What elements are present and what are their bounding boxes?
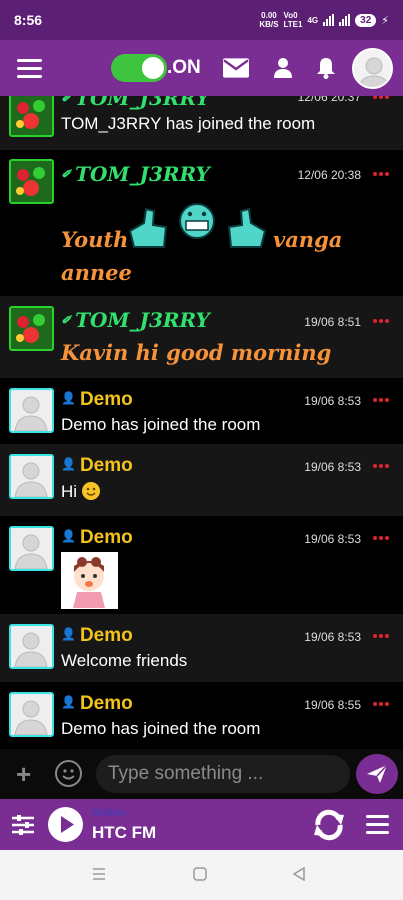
station-status: Online — [92, 807, 127, 819]
menu-icon[interactable] — [17, 59, 42, 78]
message-time: 19/06 8:53 — [304, 460, 361, 474]
message-row: 👤 Demo 19/06 8:53 — [0, 516, 403, 614]
message-text: Youth — [61, 227, 129, 252]
message-input[interactable] — [96, 755, 350, 793]
message-text: Demo has joined the room — [61, 719, 261, 738]
message-text: Hi — [61, 482, 100, 502]
station-name: HTC FM — [92, 823, 157, 842]
back-icon[interactable] — [292, 866, 306, 886]
signal-icon — [323, 14, 335, 26]
user-avatar[interactable] — [9, 624, 54, 669]
user-avatar[interactable] — [9, 96, 54, 137]
refresh-icon[interactable] — [311, 808, 347, 842]
network-type: 4G — [307, 15, 319, 25]
status-bar: 8:56 0.00 KB/S Vo0 LTE1 4G 32 ⚡ — [0, 0, 403, 40]
message-row: ✐ TOM_J3RRY 12/06 20:38 Youth vanga annee — [0, 150, 403, 296]
message-options-icon[interactable] — [373, 172, 389, 176]
message-username[interactable]: 👤 Demo — [61, 389, 133, 411]
network-speed: 0.00 KB/S — [259, 11, 279, 29]
message-username[interactable]: 👤 Demo — [61, 625, 133, 647]
message-options-icon[interactable] — [373, 464, 389, 468]
home-icon[interactable] — [193, 867, 207, 886]
user-avatar[interactable] — [9, 306, 54, 351]
message-time: 12/06 20:37 — [297, 96, 361, 104]
message-username[interactable]: 👤 Demo — [61, 527, 133, 549]
signal-icon-2 — [339, 14, 351, 26]
message-options-icon[interactable] — [373, 702, 389, 706]
message-text-cont: vanga — [273, 227, 343, 252]
battery-level: 32 — [355, 13, 377, 27]
message-text: Welcome friends — [61, 651, 188, 670]
status-time: 8:56 — [14, 12, 43, 28]
message-row: 👤 Demo 19/06 8:55 Demo has joined the roo… — [0, 682, 403, 749]
user-avatar[interactable] — [9, 388, 54, 433]
emoji-icon[interactable] — [55, 760, 82, 787]
message-username[interactable]: ✐ TOM_J3RRY — [61, 308, 210, 332]
chat-messages[interactable]: ✐ TOM_J3RRY 12/06 20:37 TOM_J3RRY has joi… — [0, 96, 403, 749]
composer-bar: + — [0, 749, 403, 799]
profile-avatar[interactable] — [352, 48, 393, 89]
user-avatar[interactable] — [9, 692, 54, 737]
message-time: 19/06 8:53 — [304, 394, 361, 408]
send-icon — [367, 764, 388, 783]
message-row: ✐ TOM_J3RRY 12/06 20:37 TOM_J3RRY has joi… — [0, 96, 403, 150]
message-row: ✐ TOM_J3RRY 19/06 8:51 Kavin hi good morn… — [0, 296, 403, 378]
message-time: 19/06 8:55 — [304, 698, 361, 712]
bell-icon[interactable] — [313, 56, 339, 80]
message-options-icon[interactable] — [373, 536, 389, 540]
send-button[interactable] — [356, 754, 398, 794]
charging-icon: ⚡ — [381, 14, 389, 27]
status-indicators: 0.00 KB/S Vo0 LTE1 4G 32 ⚡ — [259, 11, 389, 29]
app-header: .ON — [0, 40, 403, 96]
play-button[interactable] — [48, 807, 83, 842]
message-row: 👤 Demo 19/06 8:53 Welcome friends — [0, 614, 403, 682]
emoji-stickers — [126, 203, 269, 253]
message-text: TOM_J3RRY has joined the room — [61, 114, 316, 133]
message-options-icon[interactable] — [373, 634, 389, 638]
message-time: 19/06 8:53 — [304, 532, 361, 546]
message-text: Demo has joined the room — [61, 415, 261, 434]
message-options-icon[interactable] — [373, 398, 389, 402]
user-avatar[interactable] — [9, 159, 54, 204]
message-options-icon[interactable] — [373, 319, 389, 323]
plus-icon[interactable]: + — [16, 761, 31, 787]
system-nav-bar — [0, 850, 403, 900]
toggle-knob — [142, 57, 164, 79]
user-icon[interactable] — [270, 56, 296, 80]
mail-icon[interactable] — [223, 56, 249, 80]
user-avatar[interactable] — [9, 454, 54, 499]
user-avatar[interactable] — [9, 526, 54, 571]
radio-player: Online HTC FM — [0, 799, 403, 850]
message-options-icon[interactable] — [373, 96, 389, 99]
message-row: 👤 Demo 19/06 8:53 Hi — [0, 444, 403, 516]
player-menu-icon[interactable] — [366, 815, 389, 834]
message-username[interactable]: 👤 Demo — [61, 455, 133, 477]
message-time: 19/06 8:51 — [304, 315, 361, 329]
message-text-line2: annee — [61, 260, 132, 285]
message-username[interactable]: 👤 Demo — [61, 693, 133, 715]
message-time: 12/06 20:38 — [297, 168, 361, 182]
recent-apps-icon[interactable] — [92, 867, 106, 886]
equalizer-icon[interactable] — [12, 815, 34, 835]
message-username[interactable]: ✐ TOM_J3RRY — [61, 96, 210, 110]
volte-indicator: Vo0 LTE1 — [283, 11, 303, 29]
message-time: 19/06 8:53 — [304, 630, 361, 644]
message-username[interactable]: ✐ TOM_J3RRY — [61, 162, 210, 186]
toggle-label: .ON — [167, 57, 201, 78]
smile-emoji-icon — [81, 482, 100, 500]
online-toggle[interactable] — [111, 54, 167, 82]
message-text: Kavin hi good morning — [61, 340, 332, 365]
play-icon — [61, 816, 74, 833]
sticker-image[interactable] — [61, 552, 118, 609]
message-row: 👤 Demo 19/06 8:53 Demo has joined the roo… — [0, 378, 403, 444]
